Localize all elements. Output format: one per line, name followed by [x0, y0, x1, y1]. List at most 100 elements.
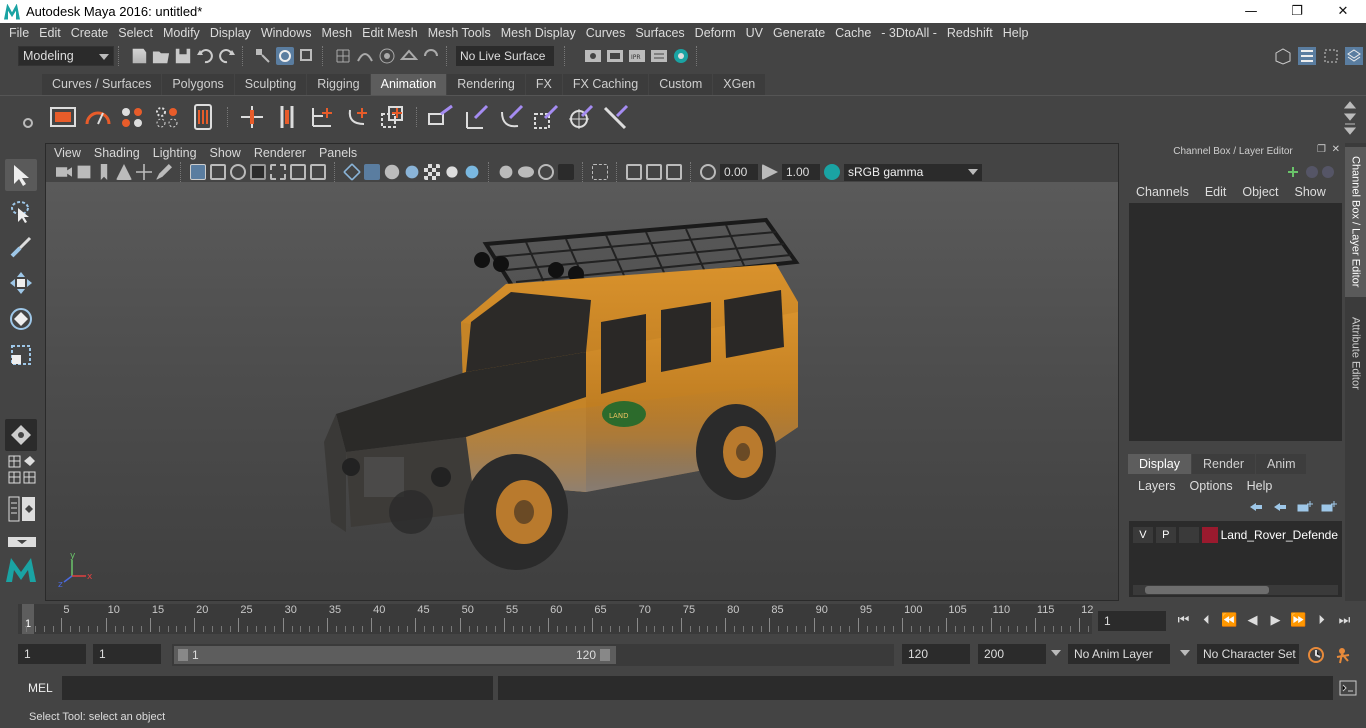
range-slider[interactable]: 1 120: [172, 644, 894, 666]
start-time-field[interactable]: 1: [18, 644, 86, 664]
le-menu-help[interactable]: Help: [1247, 479, 1273, 493]
viewport-panel[interactable]: View Shading Lighting Show Renderer Pane…: [45, 143, 1119, 631]
exposure-field[interactable]: 0.00: [720, 164, 758, 180]
step-back-frame-button[interactable]: ⏴: [1195, 611, 1218, 629]
screen-space-ao-icon[interactable]: [499, 165, 513, 179]
live-surface-field[interactable]: No Live Surface: [456, 46, 554, 66]
vp-menu-shading[interactable]: Shading: [94, 146, 140, 160]
constraint-scale-icon[interactable]: [531, 102, 561, 132]
ipr-render-icon[interactable]: IPR: [628, 47, 646, 65]
play-forwards-button[interactable]: ▶: [1264, 611, 1287, 629]
menu-mesh-tools[interactable]: Mesh Tools: [423, 26, 496, 40]
menu-edit[interactable]: Edit: [34, 26, 66, 40]
layer-row[interactable]: V P Land_Rover_Defender_: [1133, 525, 1338, 545]
image-plane-icon[interactable]: [116, 164, 132, 180]
menu-edit-mesh[interactable]: Edit Mesh: [357, 26, 423, 40]
select-by-object-icon[interactable]: [276, 47, 294, 65]
lasso-tool[interactable]: [5, 195, 37, 227]
range-end-handle[interactable]: [600, 649, 610, 661]
chevron-down-icon[interactable]: [1180, 650, 1190, 656]
cb-menu-channels[interactable]: Channels: [1136, 185, 1189, 199]
vp-menu-show[interactable]: Show: [210, 146, 241, 160]
go-to-end-button[interactable]: ⏭: [1333, 611, 1356, 629]
xray-icon[interactable]: [405, 165, 419, 179]
restore-button[interactable]: ❐: [1274, 0, 1320, 23]
set-key-scale-icon[interactable]: [188, 102, 218, 132]
snap-to-view-plane-icon[interactable]: [399, 47, 419, 65]
vp-menu-lighting[interactable]: Lighting: [153, 146, 197, 160]
tab-render[interactable]: Render: [1192, 454, 1255, 474]
character-set-dropdown[interactable]: No Character Set: [1197, 644, 1299, 664]
current-frame-field[interactable]: 1: [1098, 611, 1166, 631]
animation-preferences-icon[interactable]: [1334, 645, 1356, 665]
joint-tool-icon[interactable]: [237, 102, 267, 132]
xray-active-icon[interactable]: [646, 164, 662, 180]
gamma-field[interactable]: 1.00: [782, 164, 820, 180]
color-management-icon[interactable]: [824, 164, 840, 180]
menu-file[interactable]: File: [4, 26, 34, 40]
playblast-icon[interactable]: [48, 102, 78, 132]
constraint-point-icon[interactable]: [461, 102, 491, 132]
menu-mesh-display[interactable]: Mesh Display: [496, 26, 581, 40]
tab-sculpting[interactable]: Sculpting: [234, 74, 307, 95]
vp-menu-panels[interactable]: Panels: [319, 146, 357, 160]
menu-mesh[interactable]: Mesh: [317, 26, 358, 40]
shelf-scroll-icon[interactable]: [1344, 100, 1356, 136]
select-by-component-icon[interactable]: [298, 47, 316, 65]
ik-handle-icon[interactable]: [272, 102, 302, 132]
layer-scrollbar[interactable]: [1133, 585, 1338, 595]
side-tab-attribute-editor[interactable]: Attribute Editor: [1345, 305, 1366, 401]
safe-action-icon[interactable]: [290, 164, 306, 180]
bind-skin-icon[interactable]: [342, 102, 372, 132]
menu-set-dropdown[interactable]: Modeling: [18, 46, 114, 66]
wireframe-on-shaded-icon[interactable]: [384, 164, 400, 180]
float-panel-icon[interactable]: ❐: [1317, 144, 1326, 155]
chevron-down-icon[interactable]: [1051, 650, 1061, 656]
vp-menu-view[interactable]: View: [54, 146, 81, 160]
tab-curves-surfaces[interactable]: Curves / Surfaces: [42, 74, 162, 95]
isolate-select-icon[interactable]: [592, 164, 608, 180]
render-frame-icon[interactable]: [606, 47, 624, 65]
snap-to-curve-icon[interactable]: [356, 47, 374, 65]
side-tab-channel-box[interactable]: Channel Box / Layer Editor: [1345, 147, 1366, 297]
le-menu-layers[interactable]: Layers: [1138, 479, 1176, 493]
anim-layer-dropdown[interactable]: No Anim Layer: [1068, 644, 1170, 664]
safe-title-icon[interactable]: [310, 164, 326, 180]
open-scene-icon[interactable]: [152, 51, 170, 64]
tab-polygons[interactable]: Polygons: [162, 74, 234, 95]
channel-box-toggle-icon[interactable]: [1345, 47, 1363, 65]
auto-key-icon[interactable]: [1306, 645, 1326, 665]
depth-of-field-icon[interactable]: [558, 164, 574, 180]
set-key-icon[interactable]: [83, 102, 113, 132]
render-settings-icon[interactable]: [650, 47, 668, 65]
workspace-icon[interactable]: [1274, 47, 1292, 65]
step-forward-frame-button[interactable]: ⏵: [1310, 611, 1333, 629]
paint-weights-icon[interactable]: [377, 102, 407, 132]
menu-modify[interactable]: Modify: [158, 26, 205, 40]
go-to-start-button[interactable]: ⏮: [1172, 611, 1195, 629]
menu-uv[interactable]: UV: [741, 26, 768, 40]
camera-attributes-icon[interactable]: [77, 165, 91, 179]
render-view-icon[interactable]: [584, 47, 602, 65]
close-panel-icon[interactable]: ✕: [1332, 144, 1340, 155]
rotate-tool[interactable]: [5, 303, 37, 335]
use-all-lights-icon[interactable]: [446, 166, 458, 178]
constraint-parent-icon[interactable]: [426, 102, 456, 132]
two-d-pan-icon[interactable]: [136, 164, 152, 180]
menu-generate[interactable]: Generate: [768, 26, 830, 40]
vp-menu-renderer[interactable]: Renderer: [254, 146, 306, 160]
tab-display[interactable]: Display: [1128, 454, 1191, 474]
tab-rendering[interactable]: Rendering: [447, 74, 525, 95]
time-slider[interactable]: 1 5 10 15 20 25 30 35 40 45 50 55 60 65 70 75 80 85 90 95 1…: [18, 604, 1093, 634]
shelf-menu-icon[interactable]: [0, 89, 42, 139]
quick-layout-icon[interactable]: [8, 455, 36, 485]
new-scene-icon[interactable]: [132, 48, 147, 64]
layer-playback-toggle[interactable]: P: [1155, 527, 1176, 543]
ik-spline-icon[interactable]: [307, 102, 337, 132]
snap-to-grid-icon[interactable]: [334, 47, 352, 65]
hypershade-icon[interactable]: [672, 47, 690, 65]
command-language-label[interactable]: MEL: [28, 681, 53, 695]
show-manipulator-tool[interactable]: [5, 419, 37, 451]
paint-select-tool[interactable]: [5, 231, 37, 263]
channel-box-area[interactable]: [1129, 203, 1342, 441]
